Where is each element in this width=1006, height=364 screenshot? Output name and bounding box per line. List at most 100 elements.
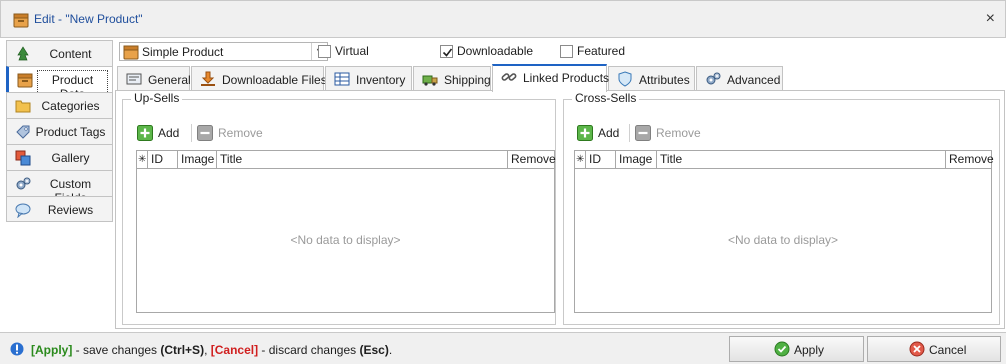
- apply-button[interactable]: Apply: [729, 336, 864, 362]
- hint-end: .: [388, 343, 393, 357]
- column-image[interactable]: Image: [178, 151, 217, 169]
- sidebar-item-label: Categories: [41, 99, 100, 113]
- empty-grid-text: <No data to display>: [727, 233, 839, 247]
- close-button[interactable]: ×: [986, 9, 995, 29]
- sidebar-item-gallery[interactable]: Gallery: [6, 144, 113, 170]
- column-image[interactable]: Image: [616, 151, 657, 169]
- tab-label: Shipping: [444, 73, 491, 87]
- apply-label: Apply: [794, 343, 825, 357]
- sidebar-item-reviews[interactable]: Reviews: [6, 196, 113, 222]
- product-box-icon: [123, 45, 139, 60]
- tab-label: Downloadable Files: [222, 73, 327, 87]
- content-icon: [17, 46, 29, 61]
- gears-icon: [706, 72, 721, 85]
- featured-label: Featured: [577, 44, 626, 58]
- featured-checkbox[interactable]: Featured: [560, 44, 630, 60]
- column-remove[interactable]: Remove: [946, 151, 994, 169]
- grid-header: ✳ ID Image Title Remove: [137, 151, 556, 169]
- cancel-circle-icon: [909, 341, 925, 357]
- apply-shortcut: (Ctrl+S): [160, 343, 205, 357]
- folder-icon: [15, 100, 31, 113]
- asterisk-icon: ✳: [137, 151, 148, 169]
- check-circle-icon: [774, 341, 790, 357]
- sidebar-item-label: Product Tags: [35, 125, 106, 139]
- tab-label: Linked Products: [523, 71, 610, 85]
- sidebar-item-product-tags[interactable]: Product Tags: [6, 118, 113, 144]
- grid-header: ✳ ID Image Title Remove: [575, 151, 994, 169]
- tab-shipping[interactable]: Shipping: [413, 66, 491, 91]
- crosssells-grid: ✳ ID Image Title Remove <No data to disp…: [574, 150, 994, 313]
- download-icon: [201, 71, 215, 86]
- sidebar-item-categories[interactable]: Categories: [6, 92, 113, 118]
- title-bar: Edit - "New Product" ×: [0, 0, 1006, 38]
- tab-advanced[interactable]: Advanced: [696, 66, 783, 91]
- toolbar-divider: [191, 124, 192, 142]
- sidebar-item-label: Content: [49, 47, 92, 61]
- tag-icon: [16, 125, 30, 139]
- column-id[interactable]: ID: [148, 151, 178, 169]
- inventory-icon: [334, 72, 350, 86]
- gears-icon: [16, 177, 31, 190]
- product-box-icon: [17, 73, 33, 88]
- sidebar-item-product-data[interactable]: Product Data: [6, 66, 113, 104]
- add-label: Add: [158, 126, 180, 140]
- tab-label: General: [148, 73, 191, 87]
- asterisk-icon: ✳: [575, 151, 586, 169]
- checkbox-box[interactable]: [318, 45, 331, 58]
- product-type-value: Simple Product: [142, 45, 224, 59]
- crosssells-add-button[interactable]: Add: [577, 124, 627, 142]
- crosssells-title: Cross-Sells: [572, 91, 640, 105]
- sidebar-item-label: Gallery: [51, 151, 90, 165]
- crosssells-group: Cross-Sells Add Remove ✳ ID Image Title …: [563, 91, 1000, 325]
- tab-attributes[interactable]: Attributes: [608, 66, 695, 91]
- upsells-add-button[interactable]: Add: [137, 124, 187, 142]
- downloadable-checkbox[interactable]: Downloadable: [440, 44, 540, 60]
- remove-icon: [197, 125, 213, 141]
- sidebar-item-label: Reviews: [47, 203, 94, 217]
- tab-label: Advanced: [727, 73, 781, 87]
- sidebar-item-content[interactable]: Content: [6, 40, 113, 66]
- crosssells-remove-button[interactable]: Remove: [635, 124, 705, 142]
- gallery-icon: [15, 150, 31, 166]
- column-remove[interactable]: Remove: [508, 151, 556, 169]
- add-label: Add: [598, 126, 620, 140]
- column-id[interactable]: ID: [586, 151, 616, 169]
- column-title[interactable]: Title: [217, 151, 508, 169]
- tab-label: Inventory: [356, 73, 406, 87]
- sidebar: Content Product Data Categories Product …: [6, 40, 114, 222]
- checkmark-icon: [442, 48, 453, 57]
- remove-icon: [635, 125, 651, 141]
- checkbox-box[interactable]: [440, 45, 453, 58]
- tab-label: Attributes: [639, 73, 690, 87]
- shield-icon: [618, 71, 632, 87]
- tab-inventory[interactable]: Inventory: [325, 66, 412, 91]
- add-icon: [577, 125, 593, 141]
- window-title: Edit - "New Product": [34, 12, 143, 26]
- tab-downloadable-files[interactable]: Downloadable Files: [191, 66, 327, 91]
- add-icon: [137, 125, 153, 141]
- status-message: [Apply] - save changes (Ctrl+S), [Cancel…: [31, 343, 392, 357]
- upsells-remove-button[interactable]: Remove: [197, 124, 267, 142]
- sidebar-item-custom-fields[interactable]: Custom Fields: [6, 170, 113, 205]
- cancel-button[interactable]: Cancel: [867, 336, 1001, 362]
- speech-bubble-icon: [15, 203, 31, 218]
- tab-linked-products[interactable]: Linked Products: [492, 64, 610, 92]
- tab-general[interactable]: General: [117, 66, 191, 91]
- remove-label: Remove: [656, 126, 701, 140]
- upsells-grid: ✳ ID Image Title Remove <No data to disp…: [136, 150, 556, 313]
- general-icon: [126, 73, 142, 85]
- virtual-checkbox[interactable]: Virtual: [318, 44, 378, 60]
- tab-strip: General Downloadable Files Inventory Shi…: [115, 64, 1006, 92]
- cancel-key-hint: [Cancel]: [210, 343, 259, 357]
- column-title[interactable]: Title: [657, 151, 946, 169]
- cancel-label: Cancel: [929, 343, 967, 357]
- empty-grid-text: <No data to display>: [290, 233, 401, 247]
- cancel-hint-text: - discard changes: [258, 343, 360, 357]
- product-options-bar: Simple Product ▼ Virtual Downloadable Fe…: [115, 40, 1006, 64]
- downloadable-label: Downloadable: [457, 44, 534, 58]
- product-type-select[interactable]: Simple Product ▼: [119, 42, 328, 61]
- checkbox-box[interactable]: [560, 45, 573, 58]
- virtual-label: Virtual: [335, 44, 369, 58]
- cancel-shortcut: (Esc): [359, 343, 389, 357]
- product-box-icon: [13, 13, 29, 28]
